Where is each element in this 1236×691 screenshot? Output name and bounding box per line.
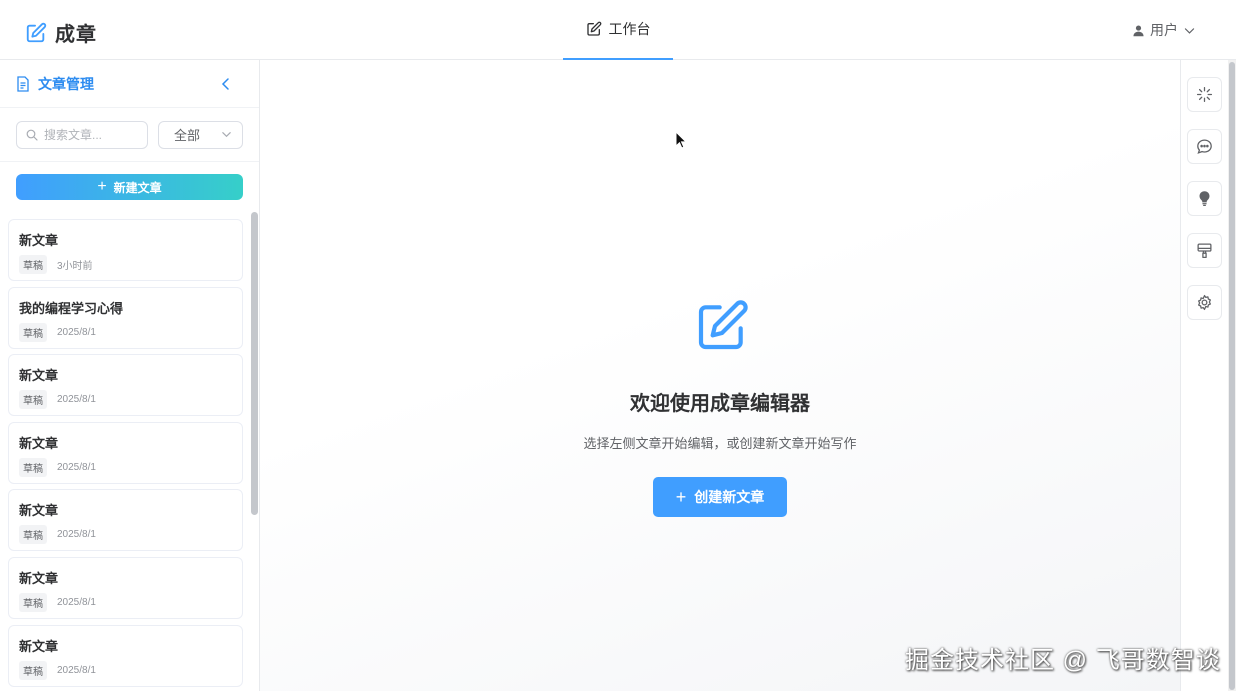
sidebar-header: 文章管理 xyxy=(0,60,259,108)
article-title: 新文章 xyxy=(19,436,59,451)
status-badge: 草稿 xyxy=(19,255,47,274)
search-input[interactable] xyxy=(16,120,148,149)
status-badge: 草稿 xyxy=(19,593,47,612)
new-article-wrap: + 新建文章 xyxy=(0,162,259,200)
article-time: 2025/8/1 xyxy=(57,394,96,405)
status-badge: 草稿 xyxy=(19,661,47,680)
sparkle-icon xyxy=(1196,86,1213,103)
article-meta: 草稿 2025/8/1 xyxy=(19,323,232,342)
tab-workbench[interactable]: 工作台 xyxy=(563,0,673,60)
status-badge: 草稿 xyxy=(19,458,47,477)
list-item[interactable]: 新文章 草稿 2025/8/1 xyxy=(8,489,243,551)
list-item[interactable]: 我的编程学习心得 草稿 2025/8/1 xyxy=(8,287,243,349)
page-scrollbar[interactable] xyxy=(1229,62,1235,690)
plus-icon: + xyxy=(675,487,687,507)
sidebar-filter: 全部 xyxy=(0,108,259,162)
sidebar: 文章管理 全部 + 新建文章 新文章 草稿 xyxy=(0,60,260,691)
list-item[interactable]: 新文章 草稿 2025/8/1 xyxy=(8,422,243,484)
edit-square-icon xyxy=(26,22,47,42)
article-meta: 草稿 2025/8/1 xyxy=(19,390,232,409)
status-badge: 草稿 xyxy=(19,390,47,409)
plus-icon: + xyxy=(97,178,107,195)
new-article-label: 新建文章 xyxy=(113,180,162,195)
lightbulb-icon xyxy=(1199,191,1210,206)
brand-title: 成章 xyxy=(55,24,97,46)
article-time: 3小时前 xyxy=(57,261,93,272)
list-item[interactable]: 新文章 草稿 2025/8/1 xyxy=(8,557,243,619)
article-title: 新文章 xyxy=(19,571,59,586)
create-article-button[interactable]: + 创建新文章 xyxy=(653,477,787,517)
settings-icon xyxy=(1198,294,1211,311)
chevron-down-icon xyxy=(222,132,231,138)
idea-button[interactable] xyxy=(1187,181,1222,216)
chat-icon xyxy=(1197,139,1212,154)
article-meta: 草稿 2025/8/1 xyxy=(19,525,232,544)
article-meta: 草稿 2025/8/1 xyxy=(19,593,232,612)
article-meta: 草稿 2025/8/1 xyxy=(19,661,232,680)
article-title: 新文章 xyxy=(19,233,59,248)
article-time: 2025/8/1 xyxy=(57,597,96,608)
welcome-title: 欢迎使用成章编辑器 xyxy=(630,393,810,415)
article-meta: 草稿 3小时前 xyxy=(19,255,232,274)
article-list[interactable]: 新文章 草稿 3小时前 我的编程学习心得 草稿 2025/8/1 新文章 草稿 … xyxy=(0,214,260,691)
watermark: 掘金技术社区 @ 飞哥数智谈 xyxy=(905,647,1221,674)
sidebar-scrollbar[interactable] xyxy=(251,212,258,515)
search-icon xyxy=(26,129,38,141)
welcome-subtitle: 选择左侧文章开始编辑，或创建新文章开始写作 xyxy=(583,436,857,451)
article-title: 新文章 xyxy=(19,639,59,654)
chat-button[interactable] xyxy=(1187,129,1222,164)
chevron-left-icon[interactable] xyxy=(219,77,233,91)
status-badge: 草稿 xyxy=(19,323,47,342)
user-menu[interactable]: 用户 xyxy=(1132,20,1196,40)
article-time: 2025/8/1 xyxy=(57,327,96,338)
list-item[interactable]: 新文章 草稿 3小时前 xyxy=(8,219,243,281)
main-content: 欢迎使用成章编辑器 选择左侧文章开始编辑，或创建新文章开始写作 + 创建新文章 xyxy=(260,60,1180,691)
list-item[interactable]: 新文章 草稿 2025/8/1 xyxy=(8,354,243,416)
article-time: 2025/8/1 xyxy=(57,529,96,540)
brand[interactable]: 成章 xyxy=(25,18,97,47)
article-time: 2025/8/1 xyxy=(57,462,96,473)
app-header: 成章 工作台 用户 xyxy=(0,0,1236,60)
tab-workbench-label: 工作台 xyxy=(608,21,651,37)
edit-icon xyxy=(586,21,601,36)
status-filter-value: 全部 xyxy=(174,128,201,143)
article-title: 新文章 xyxy=(19,368,59,383)
welcome-panel: 欢迎使用成章编辑器 选择左侧文章开始编辑，或创建新文章开始写作 + 创建新文章 xyxy=(260,60,1180,691)
user-label: 用户 xyxy=(1150,22,1178,38)
user-icon xyxy=(1133,24,1144,36)
new-article-button[interactable]: + 新建文章 xyxy=(16,174,243,200)
create-article-label: 创建新文章 xyxy=(694,489,765,505)
mouse-cursor-icon xyxy=(675,131,687,149)
list-item[interactable]: 新文章 草稿 2025/8/1 xyxy=(8,625,243,687)
article-title: 新文章 xyxy=(19,503,59,518)
format-button[interactable] xyxy=(1187,233,1222,268)
sidebar-title: 文章管理 xyxy=(38,75,94,92)
settings-button[interactable] xyxy=(1187,285,1222,320)
edit-square-icon xyxy=(698,300,748,350)
article-time: 2025/8/1 xyxy=(57,665,96,676)
chevron-down-icon xyxy=(1184,27,1195,34)
status-badge: 草稿 xyxy=(19,525,47,544)
format-painter-icon xyxy=(1197,243,1212,259)
status-filter-select[interactable]: 全部 xyxy=(158,120,243,149)
search-field[interactable] xyxy=(44,127,134,142)
article-title: 我的编程学习心得 xyxy=(19,301,124,316)
article-meta: 草稿 2025/8/1 xyxy=(19,458,232,477)
document-icon xyxy=(17,75,29,92)
ai-sparkle-button[interactable] xyxy=(1187,77,1222,112)
